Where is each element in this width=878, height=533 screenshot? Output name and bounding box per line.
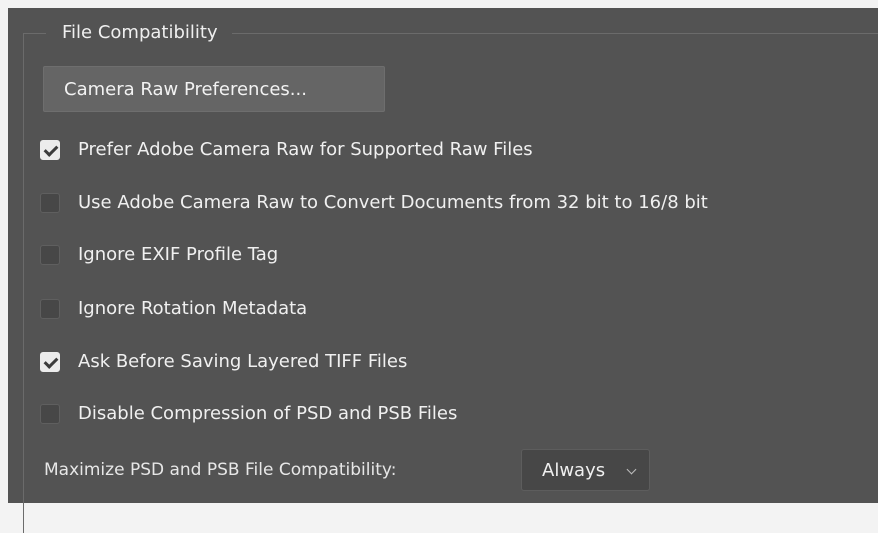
- option-label: Prefer Adobe Camera Raw for Supported Ra…: [78, 139, 533, 160]
- checkbox-unchecked[interactable]: [40, 404, 60, 424]
- option-label: Ignore EXIF Profile Tag: [78, 244, 279, 265]
- option-prefer-adobe-camera-raw[interactable]: Prefer Adobe Camera Raw for Supported Ra…: [40, 136, 533, 164]
- checkbox-unchecked[interactable]: [40, 193, 60, 213]
- option-ask-before-saving-layered-tiff[interactable]: Ask Before Saving Layered TIFF Files: [40, 348, 407, 376]
- option-use-camera-raw-convert-32bit[interactable]: Use Adobe Camera Raw to Convert Document…: [40, 189, 708, 217]
- outer-border-left: [0, 0, 8, 503]
- group-title: File Compatibility: [46, 20, 232, 46]
- checkbox-checked[interactable]: [40, 352, 60, 372]
- checkbox-unchecked[interactable]: [40, 245, 60, 265]
- camera-raw-preferences-button[interactable]: Camera Raw Preferences...: [43, 66, 385, 112]
- option-disable-compression-psd-psb[interactable]: Disable Compression of PSD and PSB Files: [40, 400, 457, 428]
- option-label: Ignore Rotation Metadata: [78, 298, 308, 319]
- outer-border-top: [0, 0, 878, 8]
- option-label: Ask Before Saving Layered TIFF Files: [78, 351, 408, 372]
- maximize-compatibility-select[interactable]: Always: [521, 449, 650, 491]
- option-ignore-rotation-metadata[interactable]: Ignore Rotation Metadata: [40, 295, 307, 323]
- selected-value: Always: [542, 460, 606, 481]
- option-label: Disable Compression of PSD and PSB Files: [78, 403, 458, 424]
- preferences-panel: File Compatibility Camera Raw Preference…: [0, 0, 878, 533]
- option-label: Use Adobe Camera Raw to Convert Document…: [78, 192, 708, 213]
- option-ignore-exif-profile-tag[interactable]: Ignore EXIF Profile Tag: [40, 241, 278, 269]
- chevron-down-icon: [626, 464, 637, 475]
- maximize-compatibility-label: Maximize PSD and PSB File Compatibility:: [44, 460, 397, 480]
- checkbox-unchecked[interactable]: [40, 299, 60, 319]
- checkbox-checked[interactable]: [40, 140, 60, 160]
